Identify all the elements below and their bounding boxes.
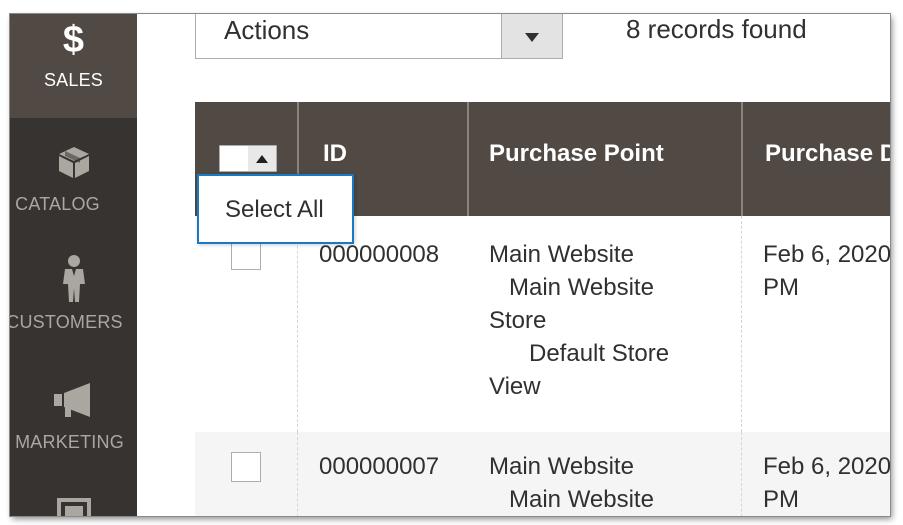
sidebar-item-content[interactable] [10,476,137,516]
sidebar-item-label: CATALOG [15,194,100,214]
mass-action-menu: Select All [197,174,354,244]
box-icon [10,144,137,180]
actions-dropdown[interactable]: Actions [195,14,563,59]
cell-purchase-point-line: Default Store [529,340,670,367]
cell-purchase-point-line: Main Website [509,274,654,301]
table-row[interactable]: 000000007 Main Website Main Website Feb … [195,432,890,516]
row-checkbox[interactable] [231,452,261,482]
sidebar-item-marketing[interactable]: MARKETING [10,360,137,476]
column-header-label: ID [323,140,347,167]
cell-purchase-point-line: Store [489,307,547,334]
cell-purchase-point-line: Main Website [509,486,654,513]
sidebar-item-label: MARKETING [15,432,124,452]
column-divider [297,216,298,432]
column-header-label: Purchase Point [489,140,664,167]
cell-id: 000000007 [319,453,440,480]
sidebar-item-sales[interactable]: $ SALES [10,14,137,118]
column-header-purchase-point[interactable]: Purchase Point [469,102,741,216]
row-checkbox[interactable] [231,240,261,270]
caret-up-icon [256,154,268,163]
monitor-icon [10,498,137,516]
cell-purchase-date-line: PM [763,274,799,301]
mass-action-checkbox[interactable] [220,146,249,171]
megaphone-icon [10,382,137,418]
column-header-label: Purchase Date [765,140,890,167]
admin-sidebar: $ SALES CATALOG CUSTOMERS MARKETING [10,14,137,516]
cell-purchase-date-line: Feb 6, 2020 [763,241,890,268]
sidebar-item-label: CUSTOMERS [10,312,123,332]
dollar-icon: $ [62,19,85,61]
actions-dropdown-toggle[interactable] [501,14,562,58]
sidebar-item-catalog[interactable]: CATALOG [10,118,137,240]
column-divider [741,432,742,516]
cell-purchase-date-line: Feb 6, 2020 [763,453,890,480]
select-all-option[interactable]: Select All [225,196,324,224]
mass-action-toggle[interactable] [248,146,276,171]
column-header-purchase-date[interactable]: Purchase Date [743,102,890,216]
table-row[interactable]: 000000008 Main Website Main Website Stor… [195,216,890,432]
cell-purchase-date-line: PM [763,486,799,513]
cell-purchase-point-line: View [489,373,541,400]
caret-down-icon [525,33,539,42]
cell-purchase-point-line: Main Website [489,453,634,480]
sidebar-item-label: SALES [43,70,104,90]
mass-action-control[interactable] [219,145,277,172]
records-count: 8 records found [626,14,807,44]
column-divider [297,432,298,516]
person-icon [10,254,137,304]
column-divider [741,216,742,432]
admin-window: $ SALES CATALOG CUSTOMERS MARKETING Acti… [10,14,890,516]
actions-dropdown-label: Actions [224,15,310,45]
cell-purchase-point-line: Main Website [489,241,634,268]
sidebar-item-customers[interactable]: CUSTOMERS [10,240,137,360]
